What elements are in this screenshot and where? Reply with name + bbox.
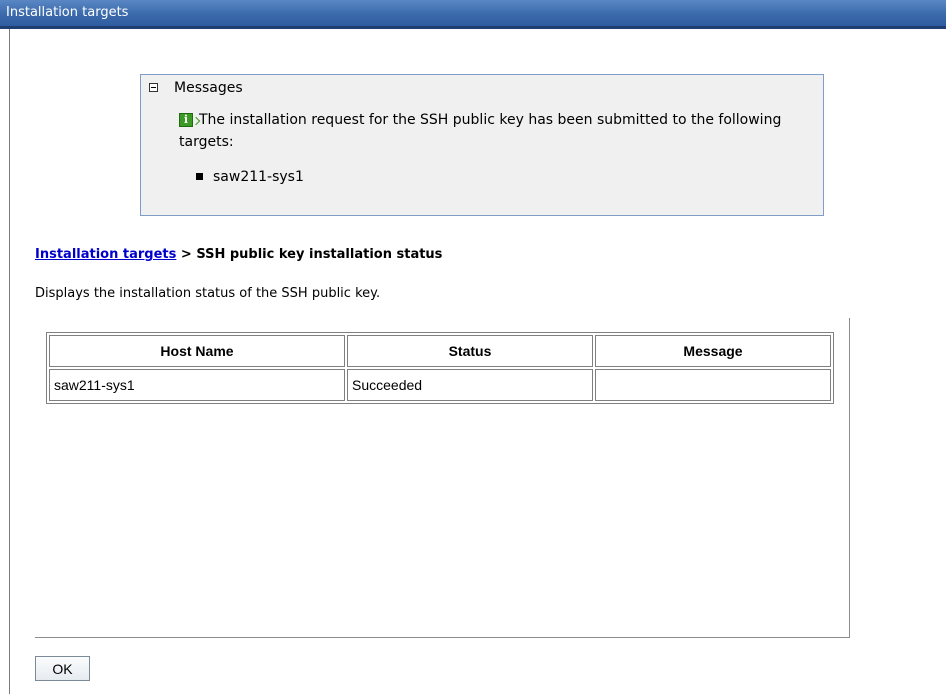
breadcrumb-current: SSH public key installation status	[196, 247, 443, 262]
bullet-icon	[196, 173, 203, 180]
content-divider-vertical	[849, 318, 850, 638]
column-header-status: Status	[347, 335, 593, 367]
table-row: saw211-sys1 Succeeded	[49, 369, 831, 401]
cell-message	[595, 369, 831, 401]
table-header-row: Host Name Status Message	[49, 335, 831, 367]
window-title: Installation targets	[6, 5, 129, 20]
cell-status: Succeeded	[347, 369, 593, 401]
status-table: Host Name Status Message saw211-sys1 Suc…	[46, 332, 834, 404]
breadcrumb-separator: >	[176, 247, 197, 262]
breadcrumb-link-installation-targets[interactable]: Installation targets	[35, 247, 176, 262]
cell-host-name: saw211-sys1	[49, 369, 345, 401]
messages-heading: Messages	[174, 80, 243, 96]
breadcrumb: Installation targets > SSH public key in…	[35, 247, 442, 262]
left-border	[9, 29, 10, 694]
messages-panel: Messages i The installation request for …	[140, 74, 824, 216]
collapse-icon[interactable]	[149, 83, 158, 92]
ok-button[interactable]: OK	[35, 656, 90, 681]
window-title-bar: Installation targets	[0, 0, 946, 29]
column-header-host-name: Host Name	[49, 335, 345, 367]
message-text: The installation request for the SSH pub…	[179, 112, 782, 150]
message-target-item: saw211-sys1	[213, 169, 304, 185]
content-divider-horizontal	[35, 637, 850, 638]
column-header-message: Message	[595, 335, 831, 367]
page-description: Displays the installation status of the …	[35, 286, 381, 301]
